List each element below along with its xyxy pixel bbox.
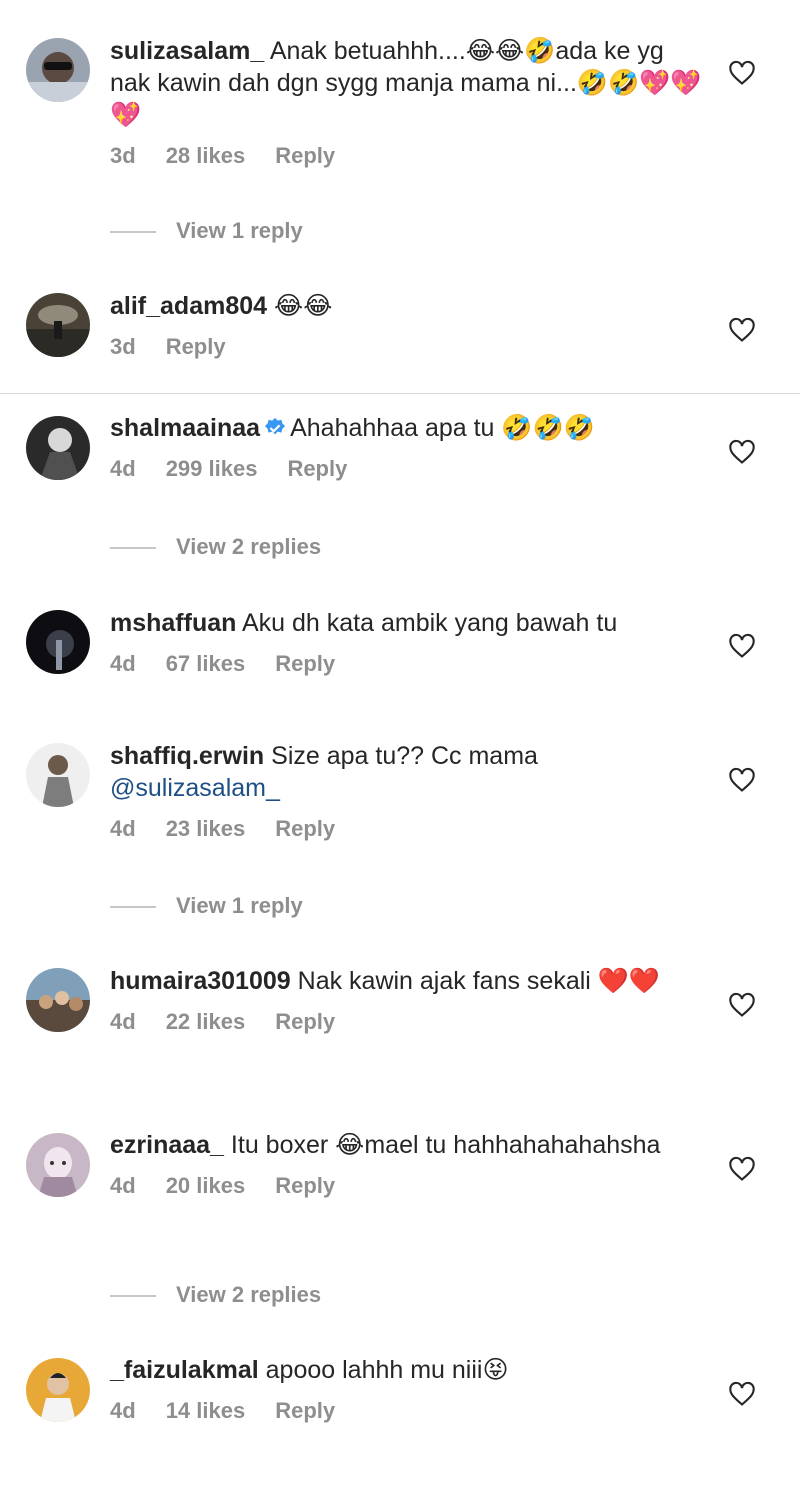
comment-time: 4d [110, 1173, 136, 1198]
comment-body: Nak kawin ajak fans sekali ❤️❤️ [297, 967, 661, 995]
comment-likes[interactable]: 299 likes [166, 456, 258, 482]
reply-button[interactable]: Reply [275, 651, 335, 677]
comment-text: _faizulakmal apooo lahhh mu niii😝 [110, 1354, 710, 1386]
comment-username[interactable]: sulizasalam_ [110, 37, 264, 65]
heart-icon[interactable] [728, 439, 756, 465]
comment-body: apooo lahhh mu niii😝 [265, 1356, 509, 1384]
comment-meta: 3d Reply [110, 334, 710, 360]
comment-text: ezrinaaa_ Itu boxer 😂mael tu hahhahahaha… [110, 1129, 710, 1161]
reply-button[interactable]: Reply [166, 334, 226, 360]
comment-likes[interactable]: 67 likes [166, 651, 246, 677]
heart-icon[interactable] [728, 633, 756, 659]
comment-likes[interactable]: 20 likes [166, 1173, 246, 1199]
view-replies-label: View 2 replies [176, 1282, 322, 1307]
heart-icon[interactable] [728, 992, 756, 1018]
comment-meta: 3d 28 likes Reply [110, 143, 710, 169]
view-replies-line [110, 1295, 156, 1298]
avatar[interactable] [26, 610, 90, 674]
view-replies-button[interactable]: View 2 replies [110, 534, 321, 560]
comment-meta: 4d 299 likes Reply [110, 456, 710, 482]
view-replies-line [110, 906, 156, 909]
comment-text: humaira301009 Nak kawin ajak fans sekali… [110, 965, 710, 997]
comment-time: 4d [110, 1398, 136, 1423]
view-replies-button[interactable]: View 2 replies [110, 1282, 321, 1308]
mention-link[interactable]: @sulizasalam_ [110, 774, 280, 802]
comment-text: sulizasalam_ Anak betuahhh....😂😂🤣ada ke … [110, 35, 710, 131]
avatar[interactable] [26, 293, 90, 357]
reply-button[interactable]: Reply [275, 1009, 335, 1035]
comment-body: Ahahahhaa apa tu 🤣🤣🤣 [290, 414, 595, 442]
avatar[interactable] [26, 743, 90, 807]
comment-username[interactable]: shalmaainaa [110, 414, 260, 442]
avatar[interactable] [26, 1358, 90, 1422]
reply-button[interactable]: Reply [275, 1398, 335, 1424]
comment-body: Itu boxer 😂mael tu hahhahahahahsha [230, 1131, 661, 1159]
comment-text: shaffiq.erwin Size apa tu?? Cc mama @sul… [110, 740, 710, 804]
comment-username[interactable]: ezrinaaa_ [110, 1131, 224, 1159]
comment-likes[interactable]: 28 likes [166, 143, 246, 169]
view-replies-line [110, 547, 156, 550]
comment-likes[interactable]: 14 likes [166, 1398, 246, 1424]
reply-button[interactable]: Reply [275, 1173, 335, 1199]
comment-meta: 4d 67 likes Reply [110, 651, 710, 677]
avatar[interactable] [26, 1133, 90, 1197]
comment-username[interactable]: humaira301009 [110, 967, 291, 995]
verified-badge-icon [265, 417, 286, 435]
avatar[interactable] [26, 968, 90, 1032]
view-replies-button[interactable]: View 1 reply [110, 893, 303, 919]
comment-body: Size apa tu?? Cc mama [271, 742, 538, 770]
comment-time: 3d [110, 143, 136, 168]
comment-body: 😂😂 [274, 292, 333, 320]
view-replies-label: View 2 replies [176, 534, 322, 559]
reply-button[interactable]: Reply [275, 816, 335, 842]
comment-text: shalmaainaa Ahahahhaa apa tu 🤣🤣🤣 [110, 412, 710, 444]
comment-username[interactable]: alif_adam804 [110, 292, 267, 320]
comment-time: 4d [110, 456, 136, 481]
comment-time: 4d [110, 1009, 136, 1034]
heart-icon[interactable] [728, 767, 756, 793]
comment-body: Aku dh kata ambik yang bawah tu [241, 609, 618, 637]
avatar[interactable] [26, 38, 90, 102]
comment-time: 4d [110, 651, 136, 676]
reply-button[interactable]: Reply [275, 143, 335, 169]
reply-button[interactable]: Reply [287, 456, 347, 482]
heart-icon[interactable] [728, 317, 756, 343]
comment-username[interactable]: mshaffuan [110, 609, 236, 637]
comment-meta: 4d 20 likes Reply [110, 1173, 710, 1199]
heart-icon[interactable] [728, 1156, 756, 1182]
comment-username[interactable]: shaffiq.erwin [110, 742, 264, 770]
comment-likes[interactable]: 22 likes [166, 1009, 246, 1035]
comment-time: 4d [110, 816, 136, 841]
comment-text: alif_adam804 😂😂 [110, 290, 710, 322]
heart-icon[interactable] [728, 60, 756, 86]
comment-meta: 4d 23 likes Reply [110, 816, 710, 842]
comment-time: 3d [110, 334, 136, 359]
comment-meta: 4d 14 likes Reply [110, 1398, 710, 1424]
avatar[interactable] [26, 416, 90, 480]
divider [0, 393, 800, 394]
comment-likes[interactable]: 23 likes [166, 816, 246, 842]
view-replies-label: View 1 reply [176, 218, 303, 243]
comment-text: mshaffuan Aku dh kata ambik yang bawah t… [110, 607, 710, 639]
comment-username[interactable]: _faizulakmal [110, 1356, 259, 1384]
comment-meta: 4d 22 likes Reply [110, 1009, 710, 1035]
view-replies-line [110, 231, 156, 234]
view-replies-label: View 1 reply [176, 893, 303, 918]
view-replies-button[interactable]: View 1 reply [110, 218, 303, 244]
heart-icon[interactable] [728, 1381, 756, 1407]
